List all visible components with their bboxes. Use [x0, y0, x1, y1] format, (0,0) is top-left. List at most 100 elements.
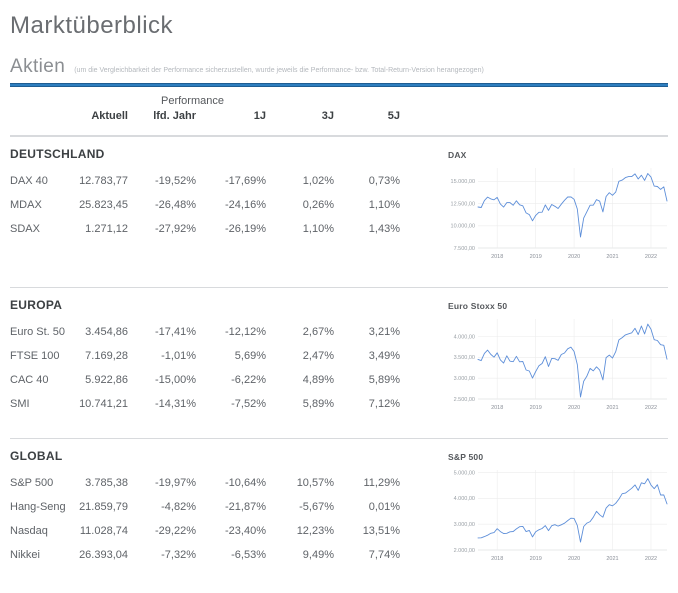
- index-name: Nasdaq: [10, 525, 72, 537]
- column-header-3j: 3J: [266, 110, 334, 122]
- svg-text:15.000,00: 15.000,00: [451, 179, 475, 185]
- value-cell: 0,73%: [334, 175, 400, 187]
- svg-text:7.500,00: 7.500,00: [454, 246, 475, 252]
- column-header-5j: 5J: [334, 110, 400, 122]
- value-cell: 26.393,04: [72, 549, 128, 561]
- value-cell: 10.741,21: [72, 398, 128, 410]
- aktien-header: Aktien (um die Vergleichbarkeit der Perf…: [10, 56, 668, 78]
- section-table: DEUTSCHLAND DAX 4012.783,77-19,52%-17,69…: [10, 147, 410, 287]
- section-table: GLOBAL S&P 5003.785,38-19,97%-10,64%10,5…: [10, 449, 410, 589]
- svg-text:2018: 2018: [491, 254, 503, 260]
- value-cell: 5,89%: [266, 398, 334, 410]
- value-cell: 2,67%: [266, 326, 334, 338]
- svg-text:2022: 2022: [645, 405, 657, 411]
- value-cell: -26,19%: [196, 223, 266, 235]
- table-row: SMI10.741,21-14,31%-7,52%5,89%7,12%: [10, 392, 410, 416]
- value-cell: 11.028,74: [72, 525, 128, 537]
- value-cell: 21.859,79: [72, 501, 128, 513]
- section-title: DEUTSCHLAND: [10, 147, 410, 161]
- line-chart: 2.000,003.000,004.000,005.000,0020182019…: [448, 464, 668, 570]
- aktien-note: (um die Vergleichbarkeit der Performance…: [74, 67, 484, 74]
- svg-text:2021: 2021: [606, 405, 618, 411]
- value-cell: -17,69%: [196, 175, 266, 187]
- value-cell: -29,22%: [128, 525, 196, 537]
- value-cell: 2,47%: [266, 350, 334, 362]
- value-cell: -19,52%: [128, 175, 196, 187]
- index-name: Nikkei: [10, 549, 72, 561]
- value-cell: 12,23%: [266, 525, 334, 537]
- section-title: GLOBAL: [10, 449, 410, 463]
- value-cell: 3.785,38: [72, 477, 128, 489]
- svg-text:2019: 2019: [530, 556, 542, 562]
- svg-text:3.000,00: 3.000,00: [454, 376, 475, 382]
- section-rows: Euro St. 503.454,86-17,41%-12,12%2,67%3,…: [10, 320, 410, 416]
- value-cell: -5,67%: [266, 501, 334, 513]
- value-cell: 7,12%: [334, 398, 400, 410]
- value-cell: -7,32%: [128, 549, 196, 561]
- section-table: EUROPA Euro St. 503.454,86-17,41%-12,12%…: [10, 298, 410, 438]
- aktien-section-title: Aktien: [10, 56, 65, 78]
- index-name: MDAX: [10, 199, 72, 211]
- sections-host: DEUTSCHLAND DAX 4012.783,77-19,52%-17,69…: [10, 136, 668, 589]
- svg-text:2021: 2021: [606, 556, 618, 562]
- svg-text:3.500,00: 3.500,00: [454, 355, 475, 361]
- section-chart: S&P 500 2.000,003.000,004.000,005.000,00…: [448, 449, 668, 589]
- index-name: SDAX: [10, 223, 72, 235]
- value-cell: 25.823,45: [72, 199, 128, 211]
- svg-text:4.000,00: 4.000,00: [454, 496, 475, 502]
- value-cell: 1.271,12: [72, 223, 128, 235]
- table-row: FTSE 1007.169,28-1,01%5,69%2,47%3,49%: [10, 344, 410, 368]
- table-row: Hang-Seng21.859,79-4,82%-21,87%-5,67%0,0…: [10, 495, 410, 519]
- value-cell: 3.454,86: [72, 326, 128, 338]
- value-cell: 10,57%: [266, 477, 334, 489]
- value-cell: -23,40%: [196, 525, 266, 537]
- table-row: Euro St. 503.454,86-17,41%-12,12%2,67%3,…: [10, 320, 410, 344]
- index-name: S&P 500: [10, 477, 72, 489]
- value-cell: 3,49%: [334, 350, 400, 362]
- value-cell: -10,64%: [196, 477, 266, 489]
- chart-title: Euro Stoxx 50: [448, 301, 668, 311]
- table-row: Nasdaq11.028,74-29,22%-23,40%12,23%13,51…: [10, 519, 410, 543]
- svg-text:2020: 2020: [568, 405, 580, 411]
- svg-text:3.000,00: 3.000,00: [454, 522, 475, 528]
- svg-text:12.500,00: 12.500,00: [451, 201, 475, 207]
- value-cell: 13,51%: [334, 525, 400, 537]
- value-cell: 11,29%: [334, 477, 400, 489]
- section-chart: Euro Stoxx 50 2.500,003.000,003.500,004.…: [448, 298, 668, 438]
- value-cell: -1,01%: [128, 350, 196, 362]
- line-chart: 7.500,0010.000,0012.500,0015.000,0020182…: [448, 162, 668, 268]
- value-cell: -6,22%: [196, 374, 266, 386]
- section-chart: DAX 7.500,0010.000,0012.500,0015.000,002…: [448, 147, 668, 287]
- table-row: Nikkei26.393,04-7,32%-6,53%9,49%7,74%: [10, 543, 410, 567]
- value-cell: 5,69%: [196, 350, 266, 362]
- value-cell: 7,74%: [334, 549, 400, 561]
- market-section: DEUTSCHLAND DAX 4012.783,77-19,52%-17,69…: [10, 137, 668, 287]
- market-section: EUROPA Euro St. 503.454,86-17,41%-12,12%…: [10, 288, 668, 438]
- value-cell: -19,97%: [128, 477, 196, 489]
- page: Marktüberblick Aktien (um die Vergleichb…: [0, 0, 678, 593]
- table-row: CAC 405.922,86-15,00%-6,22%4,89%5,89%: [10, 368, 410, 392]
- value-cell: -17,41%: [128, 326, 196, 338]
- svg-text:4.000,00: 4.000,00: [454, 334, 475, 340]
- value-cell: -15,00%: [128, 374, 196, 386]
- svg-text:2018: 2018: [491, 405, 503, 411]
- index-name: Euro St. 50: [10, 326, 72, 338]
- index-name: DAX 40: [10, 175, 72, 187]
- svg-text:2020: 2020: [568, 556, 580, 562]
- value-cell: 5.922,86: [72, 374, 128, 386]
- section-rows: S&P 5003.785,38-19,97%-10,64%10,57%11,29…: [10, 471, 410, 567]
- value-cell: 9,49%: [266, 549, 334, 561]
- value-cell: -4,82%: [128, 501, 196, 513]
- svg-text:2021: 2021: [606, 254, 618, 260]
- table-header: Performance Aktuell lfd. Jahr 1J 3J 5J: [10, 87, 668, 136]
- value-cell: -26,48%: [128, 199, 196, 211]
- market-section: GLOBAL S&P 5003.785,38-19,97%-10,64%10,5…: [10, 439, 668, 589]
- chart-title: DAX: [448, 150, 668, 160]
- svg-text:2020: 2020: [568, 254, 580, 260]
- value-cell: 1,10%: [334, 199, 400, 211]
- svg-text:2018: 2018: [491, 556, 503, 562]
- value-cell: 0,26%: [266, 199, 334, 211]
- column-header-aktuell: Aktuell: [72, 110, 128, 122]
- chart-title: S&P 500: [448, 452, 668, 462]
- table-row: DAX 4012.783,77-19,52%-17,69%1,02%0,73%: [10, 169, 410, 193]
